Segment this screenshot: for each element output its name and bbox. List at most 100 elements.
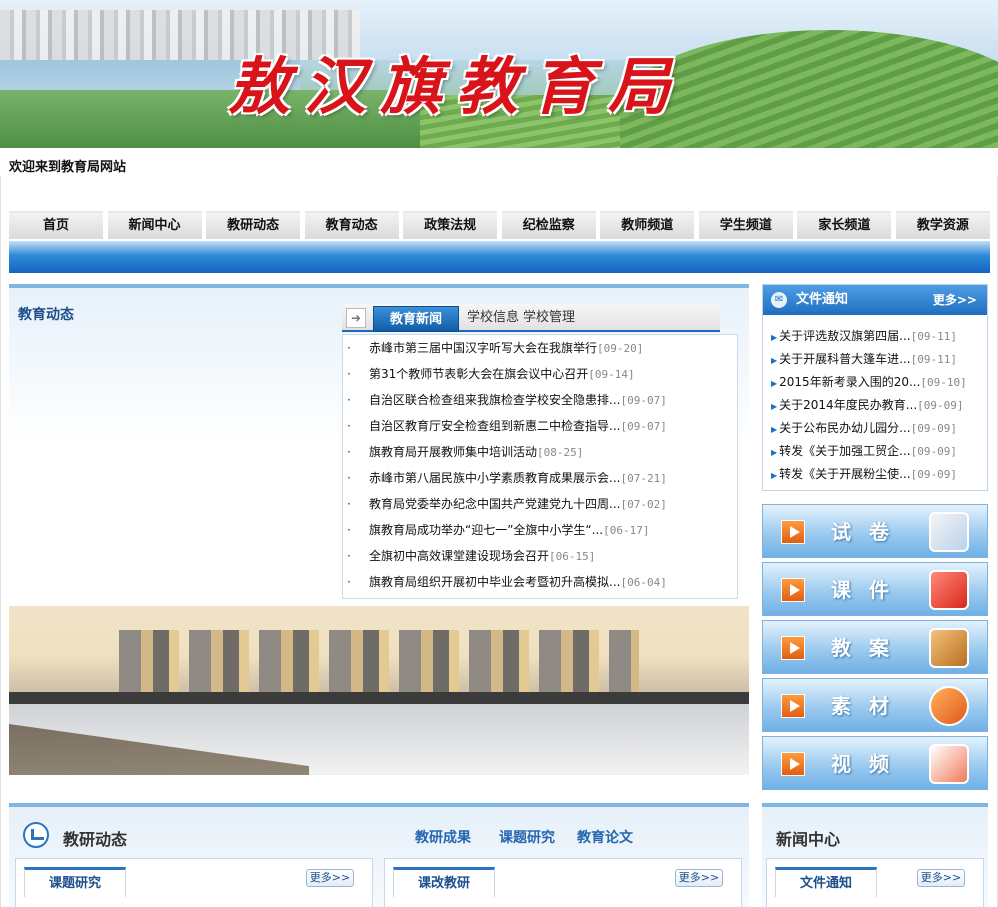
news-item-date: [09-14]: [588, 368, 635, 381]
notice-item[interactable]: ▶ 2015年新考录入围的20...[09-10]: [771, 371, 987, 394]
news-item[interactable]: · 自治区教育厅安全检查组到新惠二中检查指导...[09-07]: [343, 413, 737, 439]
notice-item-title[interactable]: 关于开展科普大篷车进...: [779, 352, 910, 366]
news-item-title[interactable]: 旗教育局组织开展初中毕业会考暨初升高模拟...: [369, 575, 620, 589]
news-item-title[interactable]: 旗教育局成功举办“迎七一”全旗中小学生“...: [369, 523, 603, 537]
nav-item-policy[interactable]: 政策法规: [403, 211, 498, 239]
edu-news-panel: 教育动态 ➜ 教育新闻 学校信息 学校管理 · 赤峰市第三届中国汉字听写大会在我旗…: [9, 284, 749, 599]
research-title: 教研动态: [63, 830, 128, 849]
nav-item-home[interactable]: 首页: [9, 211, 103, 239]
notice-item[interactable]: ▶ 关于2014年度民办教育...[09-09]: [771, 394, 987, 417]
tab-edu-news[interactable]: 教育新闻: [373, 306, 459, 332]
resource-label: 教案: [831, 636, 907, 660]
topic-research-box: 课题研究 更多>>: [15, 858, 373, 907]
nav-item-resources[interactable]: 教学资源: [895, 211, 990, 239]
news-item[interactable]: · 旗教育局开展教师集中培训活动[08-25]: [343, 439, 737, 465]
notice-item-title[interactable]: 关于评选敖汉旗第四届...: [779, 329, 910, 343]
resource-button-courseware[interactable]: 课件: [762, 562, 988, 616]
triangle-right-icon: ▶: [771, 425, 778, 434]
news-item-title[interactable]: 全旗初中高效课堂建设现场会召开: [369, 549, 549, 563]
news-item-date: [06-04]: [620, 576, 667, 589]
topic-research-more-button[interactable]: 更多>>: [306, 869, 354, 887]
bullet-icon: ·: [347, 445, 351, 459]
tab-school-info[interactable]: 学校信息: [467, 304, 519, 332]
edu-news-title: 教育动态: [18, 307, 74, 323]
nav-item-teachers[interactable]: 教师频道: [600, 211, 695, 239]
notice-item[interactable]: ▶ 转发《关于开展粉尘使...[09-09]: [771, 463, 987, 486]
news-center-box: 文件通知 更多>>: [766, 858, 984, 907]
notice-item-date: [09-10]: [920, 376, 967, 389]
city-photo: [9, 606, 749, 775]
news-item-title[interactable]: 教育局党委举办纪念中国共产党建党九十四周...: [369, 497, 620, 511]
tab-school-management[interactable]: 学校管理: [523, 304, 575, 332]
tab-reform-research[interactable]: 课改教研: [393, 867, 495, 897]
play-icon: [781, 636, 805, 660]
resource-button-videos[interactable]: 视频: [762, 736, 988, 790]
nav-item-parents[interactable]: 家长频道: [797, 211, 892, 239]
research-link-results[interactable]: 教研成果: [415, 827, 471, 847]
news-center-more-button[interactable]: 更多>>: [917, 869, 965, 887]
resource-button-lesson-plans[interactable]: 教案: [762, 620, 988, 674]
research-link-topics[interactable]: 课题研究: [499, 827, 555, 847]
bullet-icon: ·: [347, 471, 351, 485]
news-item-date: [09-07]: [620, 394, 667, 407]
nav-item-news-center[interactable]: 新闻中心: [107, 211, 202, 239]
briefcase-icon: [929, 628, 969, 668]
nav-item-edu-news[interactable]: 教育动态: [304, 211, 399, 239]
triangle-right-icon: ▶: [771, 471, 778, 480]
notice-item-title[interactable]: 2015年新考录入围的20...: [779, 375, 920, 389]
site-title: 敖汉旗教育局: [228, 50, 685, 123]
news-item-title[interactable]: 赤峰市第三届中国汉字听写大会在我旗举行: [369, 341, 597, 355]
news-item[interactable]: · 全旗初中高效课堂建设现场会召开[06-15]: [343, 543, 737, 569]
reform-research-more-button[interactable]: 更多>>: [675, 869, 723, 887]
notice-icon: ✉: [771, 292, 787, 308]
notice-title: 文件通知: [796, 292, 849, 307]
news-item-date: [09-20]: [597, 342, 644, 355]
news-item[interactable]: · 自治区联合检查组来我旗检查学校安全隐患排...[09-07]: [343, 387, 737, 413]
research-link-papers[interactable]: 教育论文: [577, 827, 633, 847]
nav-item-discipline[interactable]: 纪检监察: [501, 211, 596, 239]
resource-button-materials[interactable]: 素材: [762, 678, 988, 732]
notice-item[interactable]: ▶ 关于开展科普大篷车进...[09-11]: [771, 348, 987, 371]
notice-more-link[interactable]: 更多>>: [933, 285, 977, 315]
notice-item-title[interactable]: 关于公布民办幼儿园分...: [779, 421, 910, 435]
nav-item-students[interactable]: 学生频道: [698, 211, 793, 239]
notice-item-title[interactable]: 转发《关于加强工贸企...: [779, 444, 910, 458]
nav-item-research[interactable]: 教研动态: [206, 211, 301, 239]
notice-item[interactable]: ▶ 关于公布民办幼儿园分...[09-09]: [771, 417, 987, 440]
bullet-icon: ·: [347, 523, 351, 537]
news-item-title[interactable]: 自治区联合检查组来我旗检查学校安全隐患排...: [369, 393, 620, 407]
news-item-date: [08-25]: [537, 446, 584, 459]
notice-item-date: [09-11]: [910, 353, 957, 366]
notice-item-date: [09-09]: [910, 422, 957, 435]
news-item-title[interactable]: 第31个教师节表彰大会在旗会议中心召开: [369, 367, 588, 381]
triangle-right-icon: ▶: [771, 379, 778, 388]
news-item[interactable]: · 第31个教师节表彰大会在旗会议中心召开[09-14]: [343, 361, 737, 387]
photo-buildings: [119, 630, 639, 700]
news-item[interactable]: · 旗教育局组织开展初中毕业会考暨初升高模拟...[06-04]: [343, 569, 737, 595]
news-item-date: [06-17]: [603, 524, 650, 537]
photo-shore: [9, 692, 749, 704]
tab-file-notice[interactable]: 文件通知: [775, 867, 877, 897]
bullet-icon: ·: [347, 393, 351, 407]
news-item-date: [07-21]: [620, 472, 667, 485]
main-nav: 首页 新闻中心 教研动态 教育动态 政策法规 纪检监察 教师频道 学生频道 家长…: [9, 211, 990, 239]
research-circle-icon: [23, 822, 49, 848]
news-item[interactable]: · 旗教育局成功举办“迎七一”全旗中小学生“...[06-17]: [343, 517, 737, 543]
nav-blue-strip: [9, 241, 990, 273]
resource-button-papers[interactable]: 试卷: [762, 504, 988, 558]
news-item-title[interactable]: 自治区教育厅安全检查组到新惠二中检查指导...: [369, 419, 620, 433]
news-item[interactable]: · 赤峰市第三届中国汉字听写大会在我旗举行[09-20]: [343, 335, 737, 361]
notice-item[interactable]: ▶ 转发《关于加强工贸企...[09-09]: [771, 440, 987, 463]
site-banner: 敖汉旗教育局: [0, 0, 998, 148]
news-item-title[interactable]: 赤峰市第八届民族中小学素质教育成果展示会...: [369, 471, 620, 485]
news-item[interactable]: · 赤峰市第八届民族中小学素质教育成果展示会...[07-21]: [343, 465, 737, 491]
play-icon: [781, 578, 805, 602]
notice-item-title[interactable]: 关于2014年度民办教育...: [779, 398, 917, 412]
news-item[interactable]: · 教育局党委举办纪念中国共产党建党九十四周...[07-02]: [343, 491, 737, 517]
notice-item[interactable]: ▶ 关于评选敖汉旗第四届...[09-11]: [771, 325, 987, 348]
news-item-title[interactable]: 旗教育局开展教师集中培训活动: [369, 445, 537, 459]
bullet-icon: ·: [347, 419, 351, 433]
notice-item-title[interactable]: 转发《关于开展粉尘使...: [779, 467, 910, 481]
tab-topic-research[interactable]: 课题研究: [24, 867, 126, 897]
resource-label: 素材: [831, 694, 907, 718]
